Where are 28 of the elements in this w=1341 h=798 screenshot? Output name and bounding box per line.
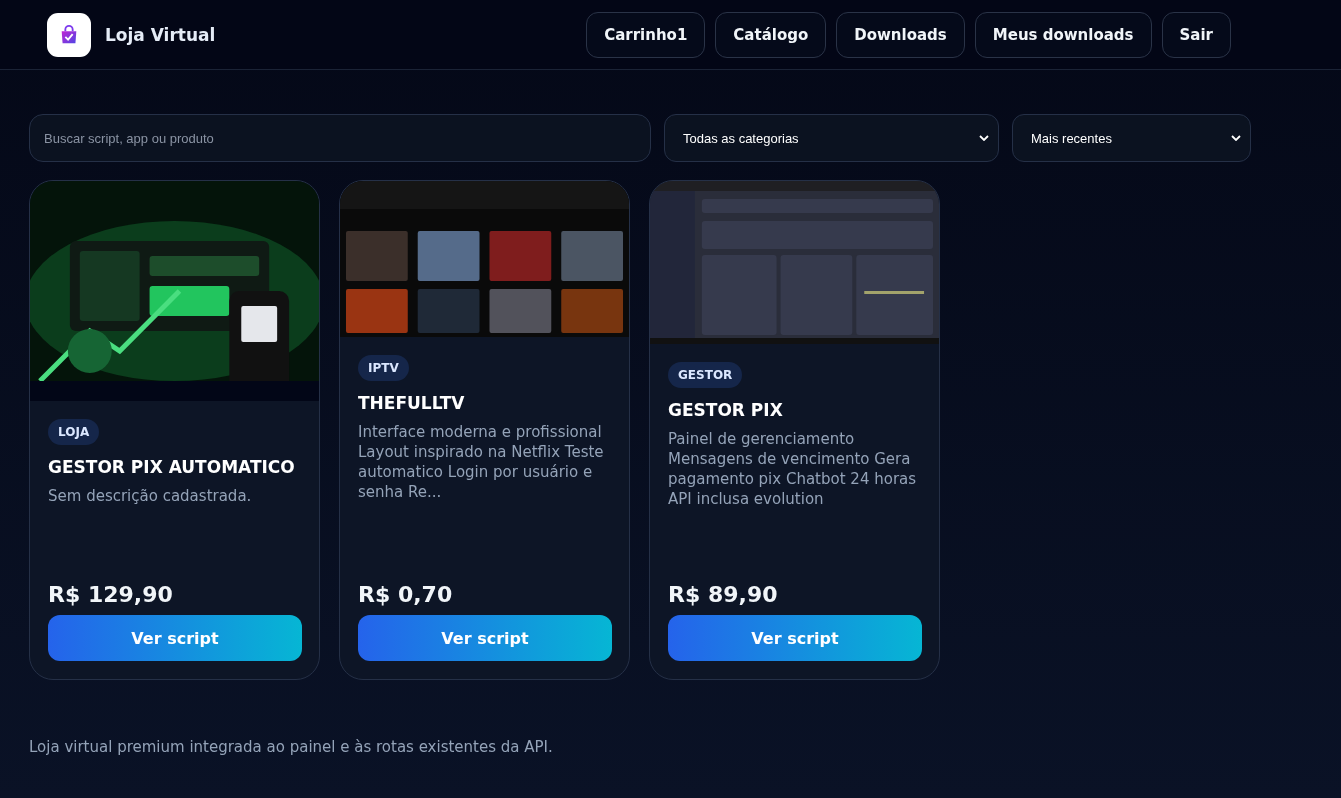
caret-icon — [979, 135, 989, 141]
product-price: R$ 0,70 — [358, 582, 453, 607]
category-tag: IPTV — [358, 355, 409, 381]
product-title: GESTOR PIX AUTOMATICO — [48, 457, 295, 477]
nav-button[interactable]: Catálogo — [715, 11, 827, 58]
view-script-button[interactable]: Ver script — [48, 615, 302, 661]
view-script-button[interactable]: Ver script — [358, 615, 612, 661]
product-description: Painel de gerenciamento Mensagens de vencimento Gera pagamento pix Chatbot 24 horas API inclusa evolution — [668, 429, 918, 509]
product-description: Sem descrição cadastrada. — [48, 486, 252, 506]
product-price: R$ 89,90 — [668, 582, 778, 607]
category-tag: LOJA — [48, 419, 100, 445]
product-title: THEFULLTV — [358, 393, 465, 413]
caret-icon — [1231, 135, 1241, 141]
product-description: Interface moderna e profissional Layout inspirado na Netflix Teste automatico Login por usuário e senha Re... — [358, 422, 605, 502]
sort-select[interactable]: Mais recentes — [1012, 114, 1251, 162]
nav-button[interactable]: Carrinho1 — [586, 11, 706, 58]
nav-button[interactable]: Downloads — [836, 11, 965, 58]
category-select[interactable]: Todas as categorias — [664, 114, 999, 162]
footer-text: Loja virtual premium integrada ao painel e às rotas existentes da API. — [29, 738, 554, 756]
nav-button[interactable]: Sair — [1161, 11, 1231, 58]
nav-button[interactable]: Meus downloads — [974, 11, 1152, 58]
view-script-button[interactable]: Ver script — [668, 615, 922, 661]
search-field[interactable]: Buscar script, app ou produto — [29, 114, 651, 162]
product-price: R$ 129,90 — [48, 582, 173, 607]
store-name: Loja Virtual — [105, 24, 216, 45]
product-title: GESTOR PIX — [668, 400, 783, 420]
logo-icon — [47, 12, 91, 57]
category-tag: GESTOR — [668, 362, 743, 388]
